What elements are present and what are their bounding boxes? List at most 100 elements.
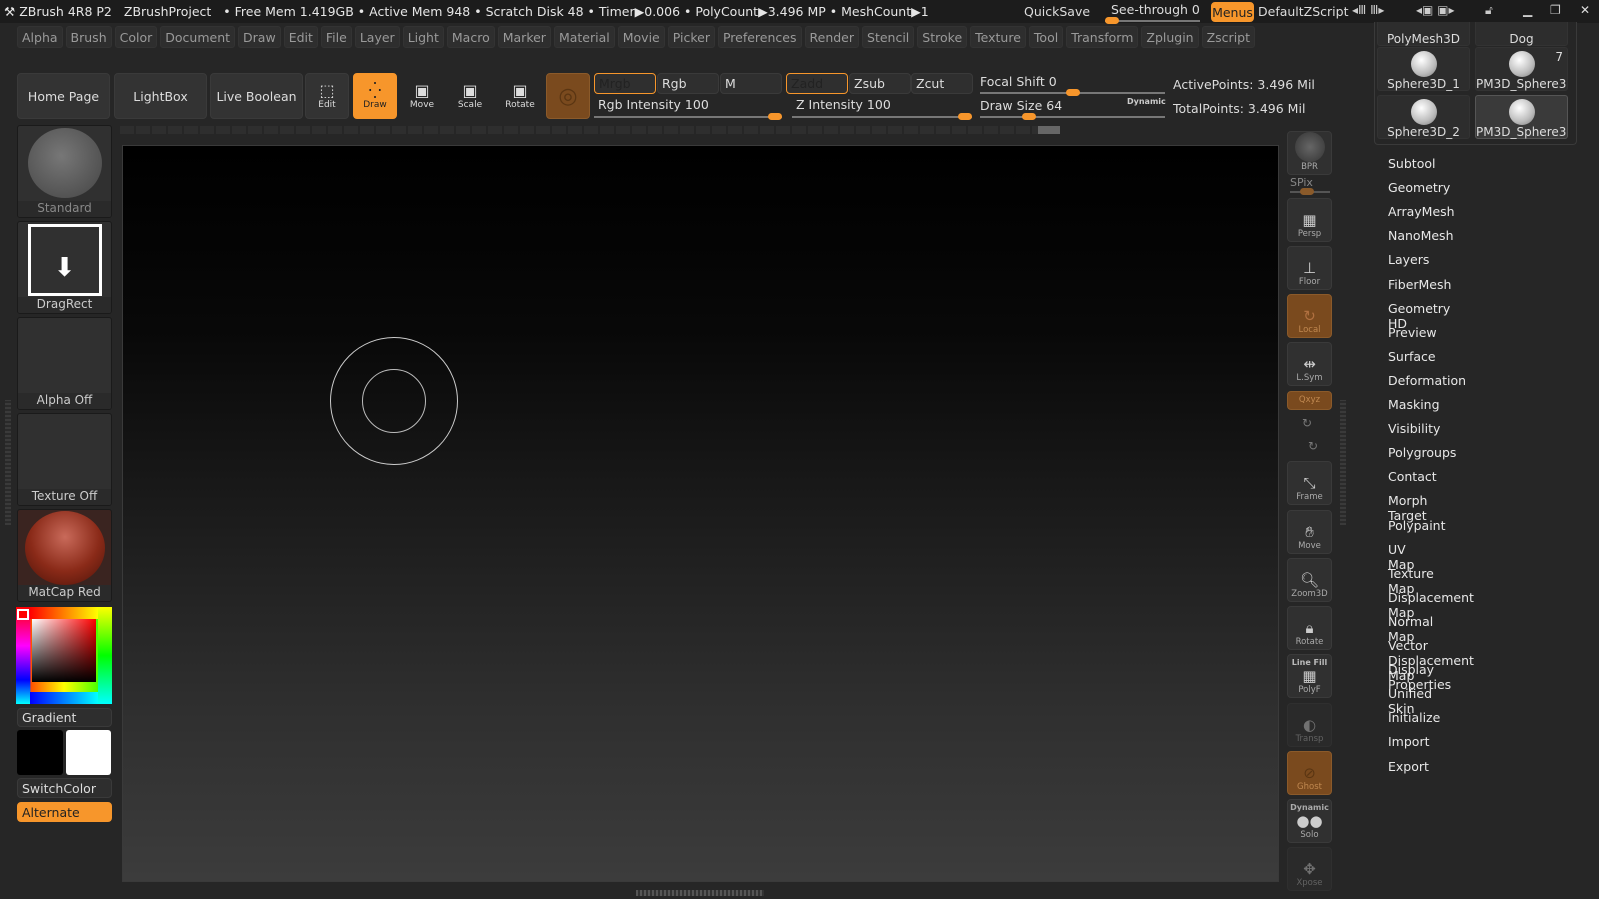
- document-canvas[interactable]: [122, 145, 1279, 882]
- tool-menu-preview[interactable]: Preview: [1388, 325, 1437, 340]
- scale-button[interactable]: ▣ Scale: [448, 73, 492, 119]
- tool-thumbnail[interactable]: PM3D_Sphere3D 7: [1475, 47, 1568, 91]
- persp-button[interactable]: ▦ Persp: [1287, 198, 1332, 242]
- ghost-button[interactable]: ⊘ Ghost: [1287, 751, 1332, 795]
- menu-marker[interactable]: Marker: [497, 26, 551, 48]
- polyf-button[interactable]: Line Fill ▦ PolyF: [1287, 654, 1332, 698]
- xyz-rotate-button[interactable]: Qxyz: [1287, 391, 1332, 410]
- menu-light[interactable]: Light: [402, 26, 444, 48]
- close-icon[interactable]: ✕: [1580, 3, 1590, 17]
- menu-file[interactable]: File: [320, 26, 352, 48]
- menu-layer[interactable]: Layer: [354, 26, 400, 48]
- bottom-tray-handle[interactable]: [636, 890, 764, 896]
- secondary-color-swatch[interactable]: [17, 730, 63, 775]
- tool-thumbnail[interactable]: PM3D_Sphere3D: [1475, 95, 1568, 139]
- dynamic-size-toggle[interactable]: Dynamic: [1127, 97, 1166, 106]
- lock-icon[interactable]: 🔓︎: [1485, 3, 1493, 18]
- zcut-toggle[interactable]: Zcut: [911, 73, 973, 94]
- minimize-icon[interactable]: ▁: [1523, 3, 1532, 17]
- right-tray-handle[interactable]: [1340, 400, 1346, 525]
- tool-menu-masking[interactable]: Masking: [1388, 397, 1440, 412]
- lsym-button[interactable]: ⇹ L.Sym: [1287, 342, 1332, 386]
- color-picker[interactable]: [16, 607, 112, 704]
- menu-texture[interactable]: Texture: [970, 26, 1026, 48]
- menu-material[interactable]: Material: [553, 26, 615, 48]
- tool-menu-polygroups[interactable]: Polygroups: [1388, 445, 1456, 460]
- tool-menu-arraymesh[interactable]: ArrayMesh: [1388, 204, 1455, 219]
- floor-button[interactable]: ⊥ Floor: [1287, 246, 1332, 290]
- spix-slider[interactable]: SPix: [1290, 176, 1330, 195]
- menus-button[interactable]: Menus: [1211, 2, 1254, 22]
- lightbox-button[interactable]: LightBox: [114, 73, 207, 119]
- solo-button[interactable]: Dynamic ●● Solo: [1287, 799, 1332, 843]
- stroke-selector[interactable]: ⬇ DragRect: [17, 221, 112, 314]
- rotate-view-button[interactable]: 🔒︎ Rotate: [1287, 606, 1332, 650]
- tool-thumbnail[interactable]: Dog: [1475, 22, 1568, 46]
- menu-render[interactable]: Render: [804, 26, 860, 48]
- z-intensity-slider[interactable]: Z Intensity 100: [792, 97, 974, 120]
- texture-selector[interactable]: Texture Off: [17, 413, 112, 506]
- menu-zplugin[interactable]: Zplugin: [1141, 26, 1199, 48]
- menu-tool[interactable]: Tool: [1028, 26, 1064, 48]
- tool-menu-layers[interactable]: Layers: [1388, 252, 1429, 267]
- quicksave-button[interactable]: QuickSave: [1024, 4, 1090, 19]
- move-view-button[interactable]: ✋︎ Move: [1287, 510, 1332, 554]
- edit-button[interactable]: ⬚ Edit: [305, 73, 349, 119]
- focal-shift-slider[interactable]: Focal Shift 0: [980, 74, 1165, 96]
- transp-button[interactable]: ◐ Transp: [1287, 703, 1332, 747]
- tool-menu-export[interactable]: Export: [1388, 759, 1429, 774]
- tool-thumbnail[interactable]: PolyMesh3D: [1377, 22, 1470, 46]
- menu-draw[interactable]: Draw: [238, 26, 281, 48]
- see-through-slider[interactable]: See-through 0: [1105, 2, 1205, 24]
- switchcolor-button[interactable]: SwitchColor: [17, 778, 112, 798]
- zoom3d-button[interactable]: 🔍︎ Zoom3D: [1287, 558, 1332, 602]
- tool-menu-nanomesh[interactable]: NanoMesh: [1388, 228, 1454, 243]
- gizmo-button[interactable]: ◎: [546, 73, 590, 119]
- menu-macro[interactable]: Macro: [446, 26, 495, 48]
- alternate-button[interactable]: Alternate: [17, 802, 112, 822]
- tool-menu-fibermesh[interactable]: FiberMesh: [1388, 277, 1451, 292]
- layout-swap-icon[interactable]: ◂▣ ▣▸: [1416, 3, 1455, 17]
- menu-document[interactable]: Document: [160, 26, 236, 48]
- home-page-button[interactable]: Home Page: [17, 73, 110, 119]
- rotate-button[interactable]: ▣ Rotate: [498, 73, 542, 119]
- left-tray-handle[interactable]: [5, 400, 11, 525]
- restore-icon[interactable]: ❐: [1550, 3, 1561, 17]
- rgb-toggle[interactable]: Rgb: [657, 73, 719, 94]
- menu-transform[interactable]: Transform: [1066, 26, 1139, 48]
- gradient-toggle[interactable]: Gradient: [17, 708, 112, 727]
- tool-menu-initialize[interactable]: Initialize: [1388, 710, 1440, 725]
- tool-menu-geometry[interactable]: Geometry: [1388, 180, 1450, 195]
- tool-menu-deformation[interactable]: Deformation: [1388, 373, 1466, 388]
- local-button[interactable]: ↻ Local: [1287, 294, 1332, 338]
- brush-selector[interactable]: Standard: [17, 125, 112, 218]
- tool-menu-subtool[interactable]: Subtool: [1388, 156, 1435, 171]
- xpose-button[interactable]: ✥ Xpose: [1287, 847, 1332, 891]
- tool-menu-contact[interactable]: Contact: [1388, 469, 1437, 484]
- menu-brush[interactable]: Brush: [65, 26, 112, 48]
- draw-button[interactable]: ⁛ Draw: [353, 73, 397, 119]
- material-selector[interactable]: MatCap Red Wax: [17, 509, 112, 602]
- mrgb-toggle[interactable]: Mrgb: [594, 73, 656, 94]
- tool-thumbnail[interactable]: Sphere3D_1: [1377, 47, 1470, 91]
- menu-zscript[interactable]: Zscript: [1201, 26, 1256, 48]
- tool-menu-visibility[interactable]: Visibility: [1388, 421, 1440, 436]
- shelf-scroll-icon[interactable]: ◂Ⅲ Ⅲ▸: [1352, 3, 1384, 17]
- menu-alpha[interactable]: Alpha: [17, 26, 63, 48]
- bpr-button[interactable]: BPR: [1287, 131, 1332, 175]
- tool-menu-surface[interactable]: Surface: [1388, 349, 1436, 364]
- menu-picker[interactable]: Picker: [667, 26, 715, 48]
- zsub-toggle[interactable]: Zsub: [849, 73, 911, 94]
- rgb-intensity-slider[interactable]: Rgb Intensity 100: [594, 97, 784, 120]
- frame-button[interactable]: ⤡ Frame: [1287, 461, 1332, 505]
- menu-movie[interactable]: Movie: [617, 26, 665, 48]
- move-button[interactable]: ▣ Move: [400, 73, 444, 119]
- tool-menu-import[interactable]: Import: [1388, 734, 1430, 749]
- menu-stencil[interactable]: Stencil: [862, 26, 915, 48]
- zadd-toggle[interactable]: Zadd: [786, 73, 848, 94]
- tool-menu-polypaint[interactable]: Polypaint: [1388, 518, 1446, 533]
- menu-edit[interactable]: Edit: [283, 26, 318, 48]
- alpha-selector[interactable]: Alpha Off: [17, 317, 112, 410]
- tool-thumbnail[interactable]: Sphere3D_2: [1377, 95, 1470, 139]
- menu-stroke[interactable]: Stroke: [917, 26, 968, 48]
